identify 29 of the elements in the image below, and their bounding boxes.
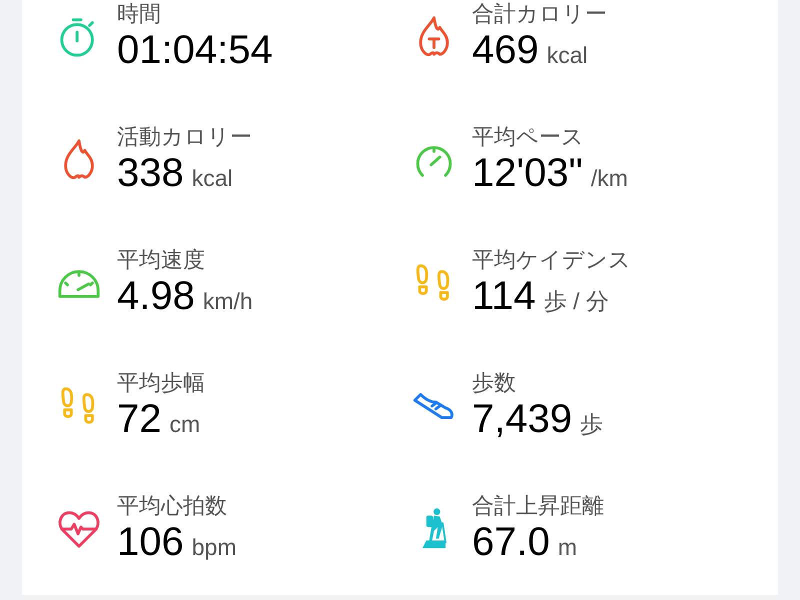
unit-label: cm bbox=[170, 410, 200, 438]
unit-label: bpm bbox=[192, 534, 236, 560]
stat-value: 72 bbox=[117, 396, 162, 442]
stat-label: 平均ケイデンス bbox=[472, 246, 631, 272]
stat-value: 12'03" bbox=[472, 150, 583, 196]
stat-label: 時間 bbox=[117, 0, 162, 26]
stat-value: 7,439 bbox=[472, 396, 572, 442]
unit-label: 歩 / 分 bbox=[544, 286, 609, 316]
stat-value: 4.98 bbox=[117, 272, 195, 318]
stat-label: 平均心拍数 bbox=[117, 492, 228, 518]
stat-value: 67.0 bbox=[472, 518, 550, 564]
stat-value: 106 bbox=[117, 518, 184, 564]
unit-label: kcal bbox=[546, 42, 588, 68]
stat-label: 合計カロリー bbox=[472, 0, 607, 26]
stat-label: 歩数 bbox=[472, 370, 517, 396]
stat-label: 平均歩幅 bbox=[117, 370, 205, 396]
unit-label: kcal bbox=[192, 164, 233, 192]
stat-label: 平均ペース bbox=[472, 124, 585, 150]
stat-label: 合計上昇距離 bbox=[472, 492, 604, 518]
stat-value: 469 bbox=[472, 26, 539, 72]
unit-label: m bbox=[558, 534, 578, 560]
unit-label: km/h bbox=[202, 288, 253, 314]
stat-value: 338 bbox=[117, 150, 184, 196]
stat-label: 平均速度 bbox=[117, 246, 206, 272]
stat-value: 114 bbox=[472, 272, 536, 318]
stat-value: 01:04:54 bbox=[117, 26, 273, 72]
unit-label: 歩 bbox=[580, 410, 604, 438]
stat-label: 活動カロリー bbox=[117, 124, 252, 150]
unit-label: /km bbox=[590, 164, 628, 192]
